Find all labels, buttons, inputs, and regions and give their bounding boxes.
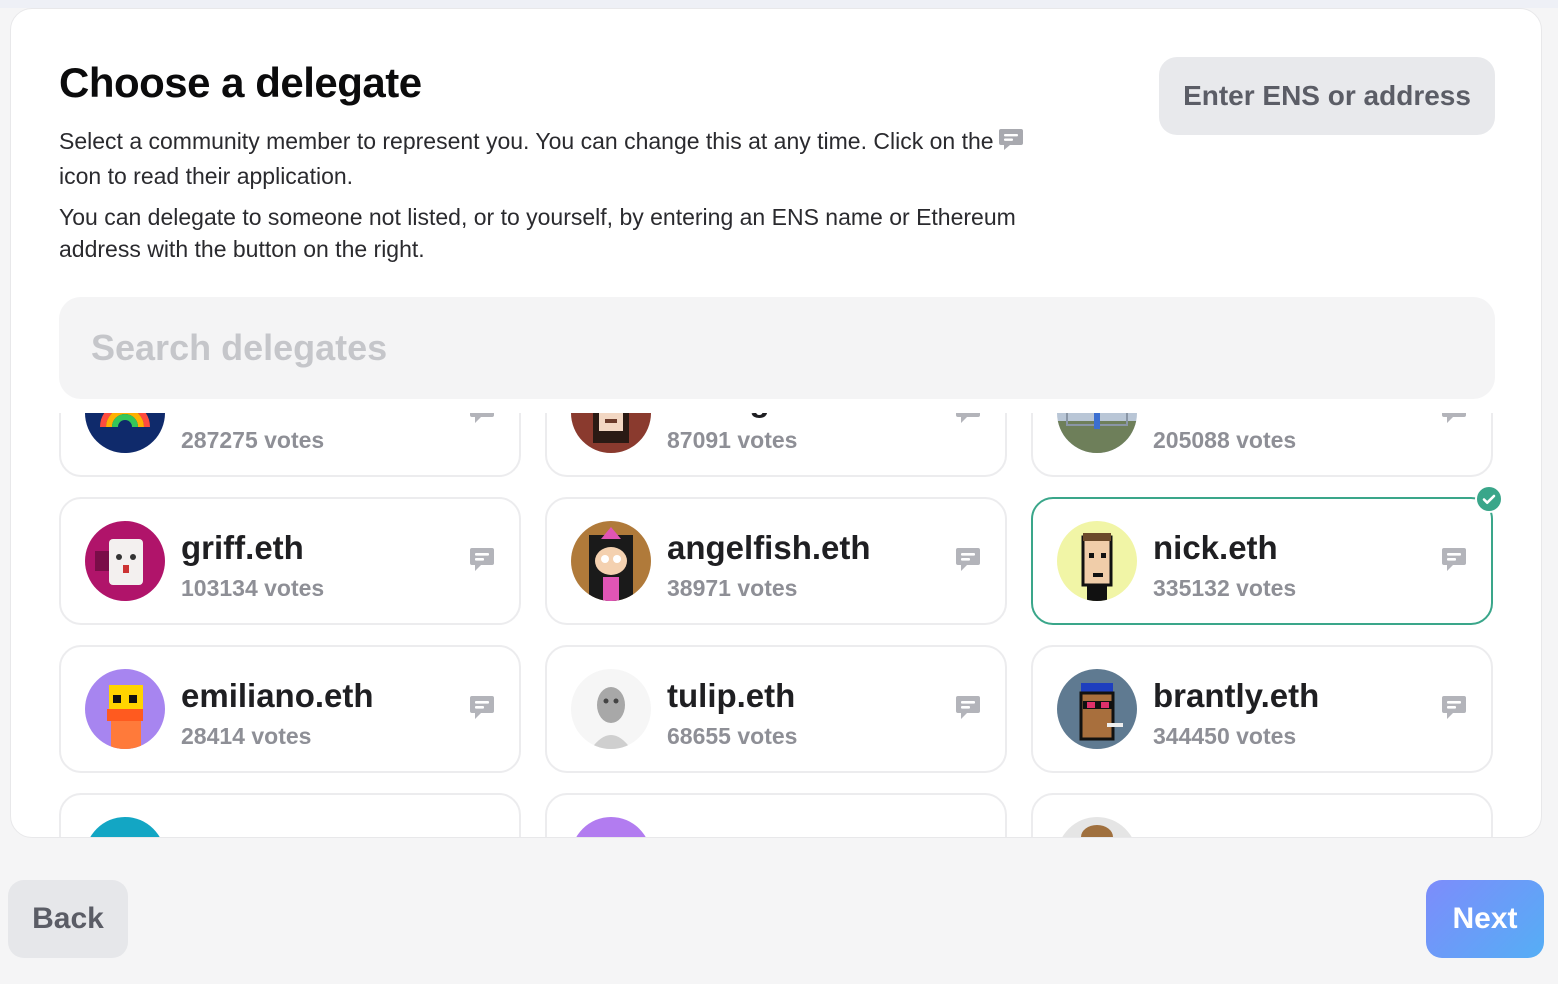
page-title: Choose a delegate <box>59 59 422 106</box>
avatar <box>1057 521 1137 601</box>
delegate-votes: 38971 votes <box>667 575 798 601</box>
back-button[interactable]: Back <box>8 880 128 958</box>
delegate-votes: 103134 votes <box>181 575 325 601</box>
chat-bubble-icon[interactable] <box>1441 695 1467 721</box>
description-text-a: Select a community member to represent y… <box>59 128 994 154</box>
delegate-card[interactable]: abwagmi.eth 87091 votes <box>545 413 1007 477</box>
delegate-card[interactable]: nick.eth 335132 votes <box>1031 485 1503 625</box>
delegate-card[interactable]: angelfish.eth 38971 votes <box>545 497 1007 625</box>
description-custom-delegate: You can delegate to someone not listed, … <box>59 204 1016 262</box>
delegate-list[interactable]: rainbowwallet.eth 287275 votes abwagmi.eth… <box>11 413 1541 837</box>
chat-bubble-icon[interactable] <box>469 547 495 573</box>
delegate-name: griff.eth <box>181 529 304 566</box>
enter-ens-button[interactable]: Enter ENS or address <box>1159 57 1495 135</box>
delegate-name: tulip.eth <box>667 677 796 714</box>
delegate-name: brantly.eth <box>1153 677 1320 714</box>
avatar <box>85 817 165 837</box>
delegate-votes: 205088 votes <box>1153 427 1297 453</box>
description-application: Select a community member to represent y… <box>59 125 1059 192</box>
delegate-name: nick.eth <box>1153 529 1278 566</box>
chat-bubble-icon[interactable] <box>1441 547 1467 573</box>
avatar <box>571 817 651 837</box>
avatar <box>571 413 651 453</box>
avatar <box>85 669 165 749</box>
delegate-votes: 344450 votes <box>1153 723 1297 749</box>
delegate-name: emiliano.eth <box>181 677 374 714</box>
delegate-card[interactable] <box>1031 793 1493 837</box>
delegate-card[interactable]: emiliano.eth 28414 votes <box>59 645 521 773</box>
next-button[interactable]: Next <box>1426 880 1544 958</box>
check-icon <box>1475 485 1503 513</box>
chat-bubble-icon[interactable] <box>955 413 981 425</box>
chat-bubble-icon[interactable] <box>955 695 981 721</box>
delegate-name: mikedemarais.eth <box>1153 413 1423 419</box>
delegate-card[interactable] <box>59 793 521 837</box>
avatar <box>85 413 165 453</box>
delegate-name: abwagmi.eth <box>667 413 937 419</box>
delegate-card[interactable]: tulip.eth 68655 votes <box>545 645 1007 773</box>
delegate-votes: 335132 votes <box>1153 575 1297 601</box>
delegate-card[interactable] <box>545 793 1007 837</box>
delegate-name: rainbowwallet.eth <box>181 413 451 419</box>
delegate-card[interactable]: brantly.eth 344450 votes <box>1031 645 1493 773</box>
chat-bubble-icon[interactable] <box>469 695 495 721</box>
top-strip <box>0 0 1558 8</box>
chat-bubble-icon[interactable] <box>955 547 981 573</box>
chat-bubble-icon <box>998 128 1024 160</box>
delegate-name: angelfish.eth <box>667 529 871 566</box>
avatar <box>571 521 651 601</box>
delegate-votes: 287275 votes <box>181 427 325 453</box>
delegate-card[interactable]: rainbowwallet.eth 287275 votes <box>59 413 521 477</box>
search-input[interactable] <box>59 297 1495 399</box>
delegate-votes: 87091 votes <box>667 427 798 453</box>
delegate-card[interactable]: griff.eth 103134 votes <box>59 497 521 625</box>
avatar <box>1057 817 1137 837</box>
chat-bubble-icon[interactable] <box>1441 413 1467 425</box>
avatar <box>1057 669 1137 749</box>
avatar <box>1057 413 1137 453</box>
avatar <box>571 669 651 749</box>
delegate-chooser-panel: Choose a delegate Select a community mem… <box>10 8 1542 838</box>
delegate-votes: 28414 votes <box>181 723 312 749</box>
description-text-b: icon to read their application. <box>59 163 354 189</box>
delegate-votes: 68655 votes <box>667 723 798 749</box>
delegate-card[interactable]: mikedemarais.eth 205088 votes <box>1031 413 1493 477</box>
chat-bubble-icon[interactable] <box>469 413 495 425</box>
avatar <box>85 521 165 601</box>
